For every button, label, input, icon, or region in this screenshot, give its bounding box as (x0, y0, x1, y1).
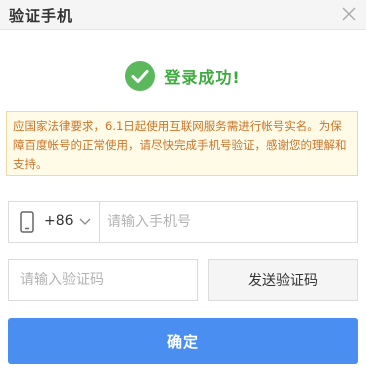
check-circle-icon (125, 61, 156, 91)
phone-input[interactable] (107, 202, 347, 242)
phone-number-field: +86 (8, 201, 358, 243)
real-name-notice: 应国家法律要求，6.1日起使用互联网服务需进行帐号实名。为保障百度帐号的正常使用… (6, 111, 358, 176)
dialog-header: 验证手机 (0, 0, 366, 30)
mobile-phone-icon (20, 211, 34, 233)
dialog-title: 验证手机 (9, 7, 74, 25)
verify-phone-dialog: 验证手机 登录成功! 应国家法律要求，6.1日起使用互联网服务需进行帐号实名。为… (0, 0, 366, 378)
chevron-down-icon[interactable] (79, 217, 91, 227)
send-code-button[interactable]: 发送验证码 (208, 259, 358, 301)
verification-code-input[interactable] (8, 259, 198, 301)
success-text: 登录成功! (164, 68, 241, 87)
login-success-message: 登录成功! (0, 60, 366, 92)
field-divider (99, 202, 100, 242)
confirm-button[interactable]: 确定 (8, 318, 358, 364)
close-icon[interactable] (340, 5, 358, 23)
country-code-select[interactable]: +86 (44, 213, 74, 229)
